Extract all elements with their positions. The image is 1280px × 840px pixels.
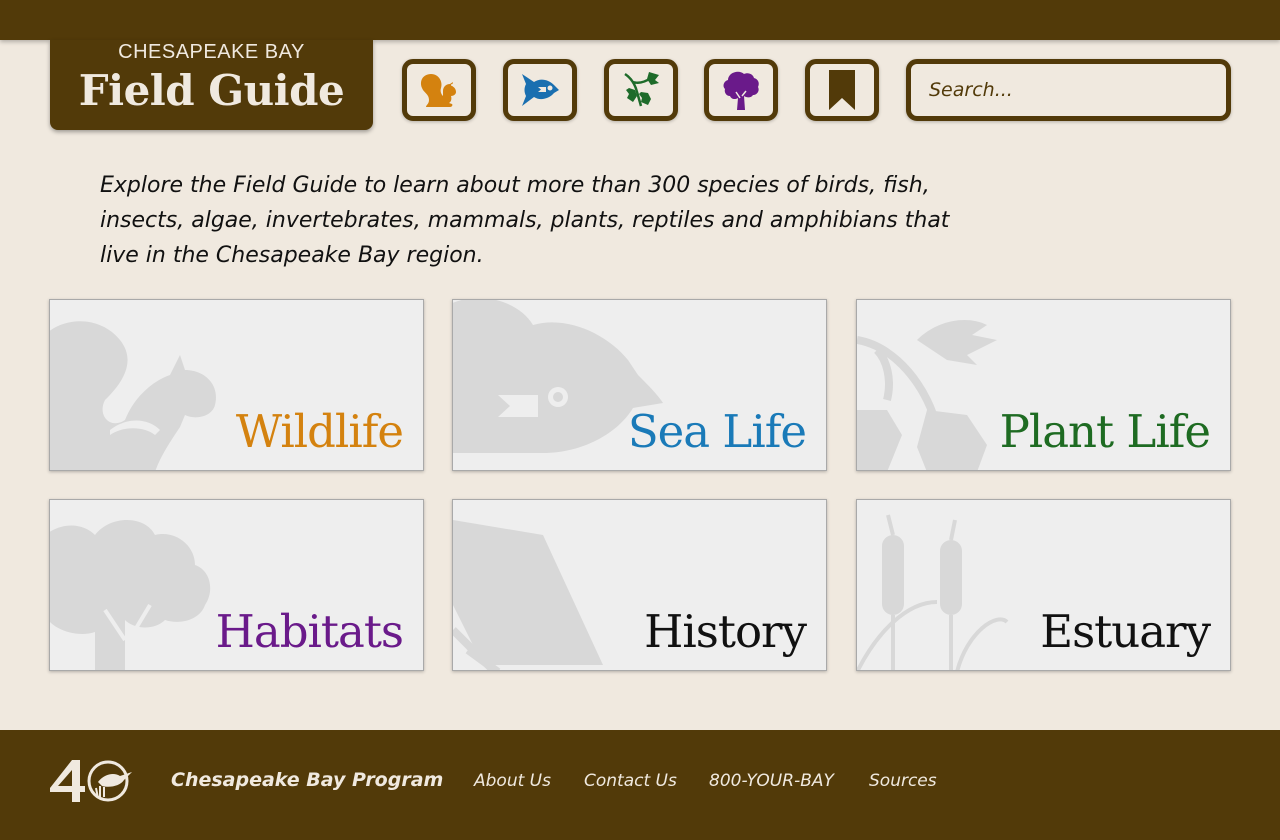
cbp-40-logo[interactable] bbox=[50, 760, 136, 802]
card-label-habitats: Habitats bbox=[215, 605, 404, 658]
card-label-wildlife: Wildlife bbox=[235, 405, 404, 458]
card-history[interactable]: History bbox=[452, 499, 827, 671]
fish-icon bbox=[522, 74, 559, 106]
footer-link-contact[interactable]: Contact Us bbox=[584, 771, 677, 791]
card-wildlife[interactable]: Wildlife bbox=[49, 299, 424, 471]
search-input[interactable] bbox=[906, 59, 1231, 121]
nav-sealife-button[interactable] bbox=[503, 59, 577, 121]
tree-icon bbox=[723, 71, 759, 110]
footer-link-sources[interactable]: Sources bbox=[869, 771, 937, 791]
site-title[interactable]: CHESAPEAKE BAY Field Guide bbox=[50, 40, 373, 130]
nav-plantlife-button[interactable] bbox=[604, 59, 678, 121]
card-sealife[interactable]: Sea Life bbox=[452, 299, 827, 471]
card-plantlife[interactable]: Plant Life bbox=[856, 299, 1231, 471]
nav-wildlife-button[interactable] bbox=[402, 59, 476, 121]
card-estuary[interactable]: Estuary bbox=[856, 499, 1231, 671]
card-label-estuary: Estuary bbox=[1040, 605, 1211, 658]
card-label-history: History bbox=[644, 605, 807, 658]
footer-org-name[interactable]: Chesapeake Bay Program bbox=[171, 769, 443, 791]
top-bar bbox=[0, 0, 1280, 40]
nav-habitats-button[interactable] bbox=[704, 59, 778, 121]
card-habitats[interactable]: Habitats bbox=[49, 499, 424, 671]
site-subtitle: CHESAPEAKE BAY bbox=[118, 41, 305, 63]
leaf-branch-icon bbox=[624, 72, 659, 107]
footer-link-about[interactable]: About Us bbox=[474, 771, 551, 791]
footer: Chesapeake Bay Program About Us Contact … bbox=[0, 730, 1280, 840]
bookmark-icon bbox=[829, 70, 855, 110]
card-label-plantlife: Plant Life bbox=[999, 405, 1211, 458]
squirrel-icon bbox=[421, 74, 456, 107]
footer-link-phone[interactable]: 800-YOUR-BAY bbox=[709, 771, 834, 791]
site-title-text: Field Guide bbox=[78, 66, 345, 115]
intro-text: Explore the Field Guide to learn about m… bbox=[100, 173, 950, 268]
card-label-sealife: Sea Life bbox=[627, 405, 807, 458]
nav-bookmarks-button[interactable] bbox=[805, 59, 879, 121]
